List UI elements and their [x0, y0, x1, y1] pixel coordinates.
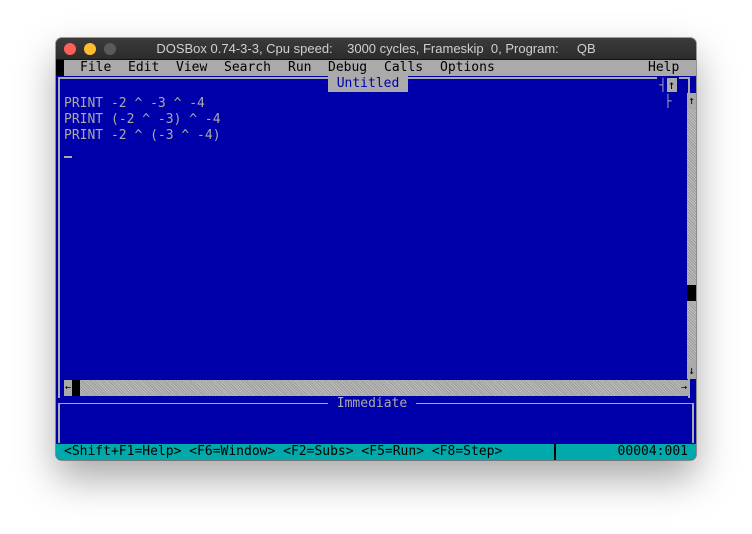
menu-bar-edge: [56, 60, 64, 76]
menu-run[interactable]: Run: [288, 60, 311, 76]
scroll-down-arrow-icon[interactable]: ↓: [687, 363, 696, 379]
window-title: DOSBox 0.74-3-3, Cpu speed: 3000 cycles,…: [156, 41, 596, 56]
menu-help[interactable]: Help: [648, 60, 679, 76]
menu-file[interactable]: File: [80, 60, 111, 76]
vertical-scrollbar[interactable]: ↑ ↓: [687, 93, 696, 379]
status-bar: <Shift+F1=Help> <F6=Window> <F2=Subs> <F…: [56, 444, 696, 460]
maximize-arrow-icon: ↑: [666, 78, 677, 92]
code-line[interactable]: PRINT -2 ^ (-3 ^ -4): [64, 128, 684, 144]
code-line[interactable]: PRINT (-2 ^ -3) ^ -4: [64, 112, 684, 128]
maximize-window-control[interactable]: ┤↑├: [657, 77, 679, 108]
horizontal-scrollbar[interactable]: ← →: [64, 380, 688, 396]
immediate-title: Immediate: [328, 396, 416, 412]
menu-bar: File Edit View Search Run Debug Calls Op…: [56, 60, 696, 76]
code-area[interactable]: PRINT -2 ^ -3 ^ -4 PRINT (-2 ^ -3) ^ -4 …: [64, 96, 684, 144]
status-shortcuts: <Shift+F1=Help> <F6=Window> <F2=Subs> <F…: [64, 444, 503, 459]
menu-view[interactable]: View: [176, 60, 207, 76]
menu-debug[interactable]: Debug: [328, 60, 367, 76]
qbasic-screen: File Edit View Search Run Debug Calls Op…: [56, 60, 696, 460]
text-cursor: [64, 156, 72, 158]
menu-calls[interactable]: Calls: [384, 60, 423, 76]
title-bar[interactable]: DOSBox 0.74-3-3, Cpu speed: 3000 cycles,…: [56, 38, 696, 60]
scroll-left-arrow-icon[interactable]: ←: [64, 380, 72, 396]
scroll-up-arrow-icon[interactable]: ↑: [687, 93, 696, 109]
cursor-position: 00004:001: [617, 444, 688, 459]
menu-options[interactable]: Options: [440, 60, 495, 76]
menu-edit[interactable]: Edit: [128, 60, 159, 76]
editor-title: Untitled: [328, 76, 408, 92]
vertical-scroll-thumb[interactable]: [687, 285, 696, 301]
code-line[interactable]: PRINT -2 ^ -3 ^ -4: [64, 96, 684, 112]
dosbox-window: DOSBox 0.74-3-3, Cpu speed: 3000 cycles,…: [56, 38, 696, 460]
status-divider: [554, 444, 556, 460]
scroll-right-arrow-icon[interactable]: →: [680, 380, 688, 396]
horizontal-scroll-thumb[interactable]: [72, 380, 80, 396]
menu-search[interactable]: Search: [224, 60, 271, 76]
